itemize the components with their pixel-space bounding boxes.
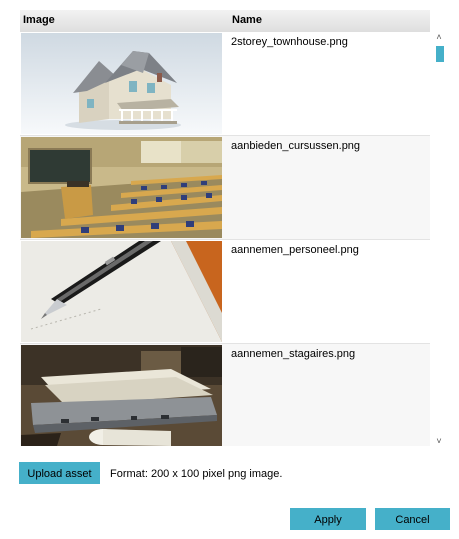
grid-row[interactable]: aannemen_stagaires.png — [20, 344, 430, 446]
file-name: aanbieden_cursussen.png — [231, 140, 361, 152]
thumbnail-house — [21, 33, 222, 134]
file-name: 2storey_townhouse.png — [231, 36, 348, 48]
format-hint: Format: 200 x 100 pixel png image. — [110, 468, 283, 480]
scroll-down-arrow-icon[interactable]: ˅ — [432, 436, 446, 446]
thumbnail-laptop-with-papers — [21, 345, 222, 446]
apply-button[interactable]: Apply — [290, 508, 366, 530]
scroll-up-arrow-icon[interactable]: ˄ — [432, 32, 446, 42]
asset-grid: Image Name 2storey_townhouse.png aanbied… — [20, 10, 430, 446]
grid-rows: 2storey_townhouse.png aanbieden_cursusse… — [20, 32, 430, 446]
grid-scrollbar[interactable]: ˄ ˅ — [432, 32, 446, 446]
file-name: aannemen_stagaires.png — [231, 348, 356, 360]
grid-row[interactable]: aanbieden_cursussen.png — [20, 136, 430, 240]
thumbnail-classroom — [21, 137, 222, 238]
scroll-thumb[interactable] — [436, 46, 444, 62]
thumbnail-pen-on-paper — [21, 241, 222, 342]
file-name: aannemen_personeel.png — [231, 244, 359, 256]
upload-asset-button[interactable]: Upload asset — [19, 462, 100, 484]
grid-row[interactable]: aannemen_personeel.png — [20, 240, 430, 344]
grid-row[interactable]: 2storey_townhouse.png — [20, 32, 430, 136]
grid-header: Image Name — [20, 10, 430, 32]
column-header-name: Name — [232, 14, 262, 26]
cancel-button[interactable]: Cancel — [375, 508, 450, 530]
column-header-image: Image — [23, 14, 55, 26]
